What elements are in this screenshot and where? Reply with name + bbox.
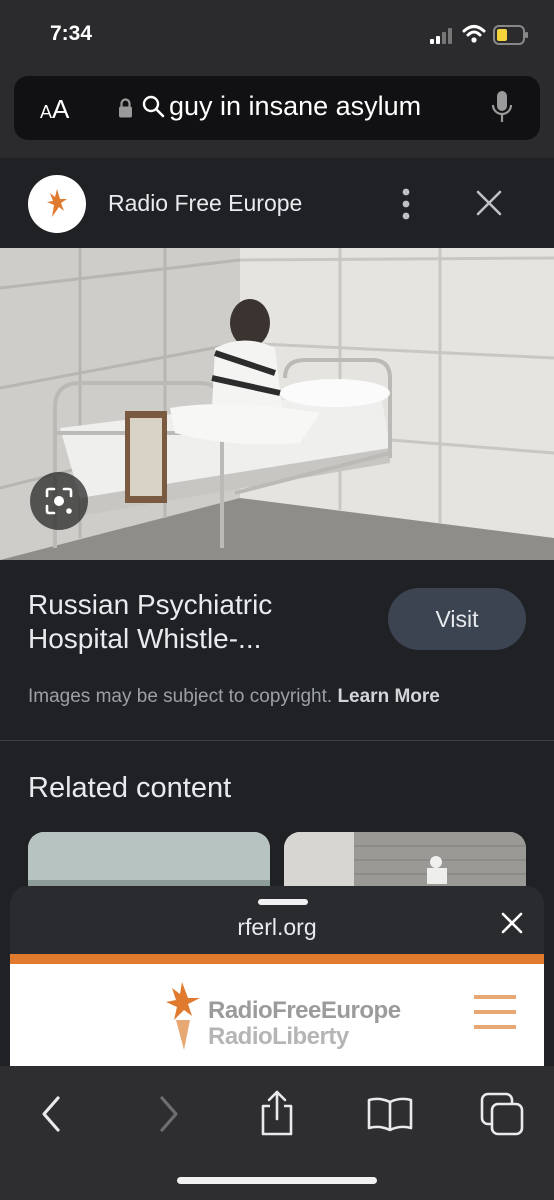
search-icon — [141, 94, 165, 118]
search-query-text[interactable]: guy in insane asylum — [169, 91, 421, 122]
reader-mode-button[interactable]: AA — [40, 94, 69, 125]
close-icon[interactable] — [474, 188, 504, 218]
battery-icon — [493, 25, 529, 45]
lock-icon — [118, 97, 133, 119]
share-icon[interactable] — [258, 1090, 296, 1136]
divider — [0, 740, 554, 741]
learn-more-link[interactable]: Learn More — [337, 686, 439, 707]
related-content-heading: Related content — [28, 772, 232, 804]
site-accent-bar — [10, 954, 544, 964]
site-logo-line2: RadioLiberty — [208, 1023, 349, 1050]
bookmarks-icon[interactable] — [366, 1096, 414, 1132]
source-name[interactable]: Radio Free Europe — [108, 190, 302, 217]
source-logo[interactable] — [28, 175, 86, 233]
close-icon[interactable] — [500, 911, 524, 935]
more-vert-icon[interactable] — [398, 186, 414, 222]
microphone-icon[interactable] — [490, 90, 514, 124]
hamburger-menu-icon[interactable] — [474, 994, 516, 1030]
copyright-notice: Images may be subject to copyright. Lear… — [28, 686, 440, 708]
home-indicator[interactable] — [177, 1177, 377, 1184]
visit-button[interactable]: Visit — [388, 588, 526, 650]
tabs-icon[interactable] — [480, 1092, 524, 1136]
result-title[interactable]: Russian Psychiatric Hospital Whistle-... — [28, 588, 368, 656]
site-logo-line1: RadioFreeEurope — [208, 997, 401, 1024]
signal-icon — [430, 28, 454, 44]
sheet-domain: rferl.org — [237, 914, 317, 940]
lens-icon[interactable] — [30, 472, 88, 530]
back-icon[interactable] — [38, 1094, 64, 1134]
forward-icon — [156, 1094, 182, 1134]
copyright-text: Images may be subject to copyright. — [28, 686, 333, 707]
status-time: 7:34 — [50, 22, 93, 45]
wifi-icon — [462, 24, 486, 44]
sheet-drag-handle[interactable] — [258, 899, 308, 905]
site-logo-text: RadioFreeEurope RadioLiberty — [208, 998, 401, 1050]
torch-logo-icon — [160, 980, 206, 1052]
